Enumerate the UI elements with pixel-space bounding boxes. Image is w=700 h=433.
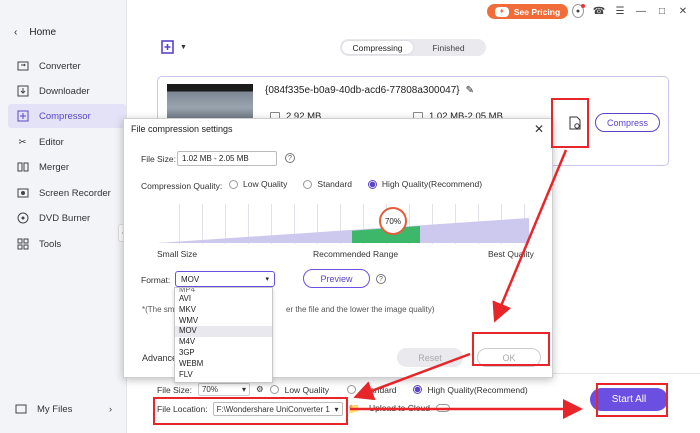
arrow-to-file-location <box>353 352 471 401</box>
annotation-arrows <box>350 149 583 419</box>
arrow-to-ok <box>492 149 568 323</box>
